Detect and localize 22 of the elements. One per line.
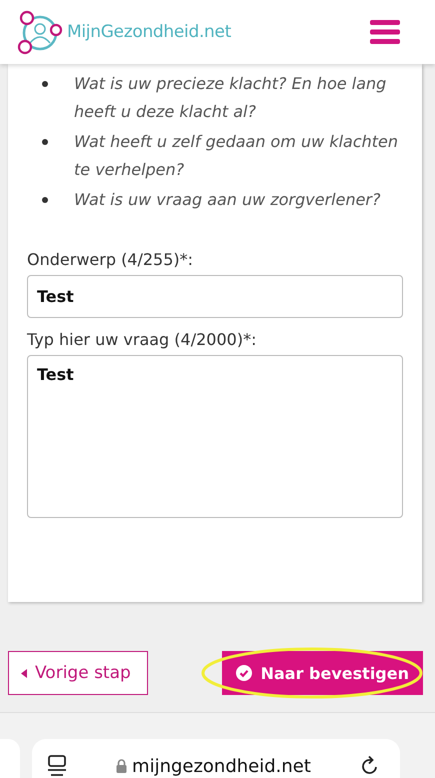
reload-icon[interactable]: [360, 755, 380, 777]
check-icon: [236, 665, 252, 681]
subject-field[interactable]: Test: [27, 275, 403, 318]
menu-icon[interactable]: [370, 20, 400, 44]
question-field[interactable]: Test: [27, 355, 403, 518]
field-label: Onderwerp (4/255)*:: [27, 250, 194, 269]
confirm-button[interactable]: Naar bevestigen: [222, 651, 423, 695]
question-text: Wat is uw vraag aan uw zorgverlener?: [74, 189, 380, 211]
question-text: Wat heeft u zelf gedaan om uw klachten te verhelpen?: [74, 131, 400, 181]
logo-text: MijnGezondheid.net: [67, 22, 232, 42]
previous-step-button[interactable]: Vorige stap: [8, 651, 148, 695]
question-text: Wat is uw precieze klacht? En hoe lang heeft u deze klacht al?: [74, 73, 388, 123]
field-label: Typ hier uw vraag (4/2000)*:: [27, 330, 258, 349]
bullet-icon: [42, 197, 48, 203]
address-bar[interactable]: mijngezondheid.net: [32, 739, 400, 778]
logo-icon: [17, 9, 63, 55]
url-text: mijngezondheid.net: [132, 756, 311, 776]
bullet-icon: [42, 139, 48, 145]
lock-icon: [116, 759, 128, 773]
caret-icon: [21, 668, 27, 678]
tab-overview-icon[interactable]: [47, 755, 67, 777]
bullet-icon: [42, 81, 48, 87]
